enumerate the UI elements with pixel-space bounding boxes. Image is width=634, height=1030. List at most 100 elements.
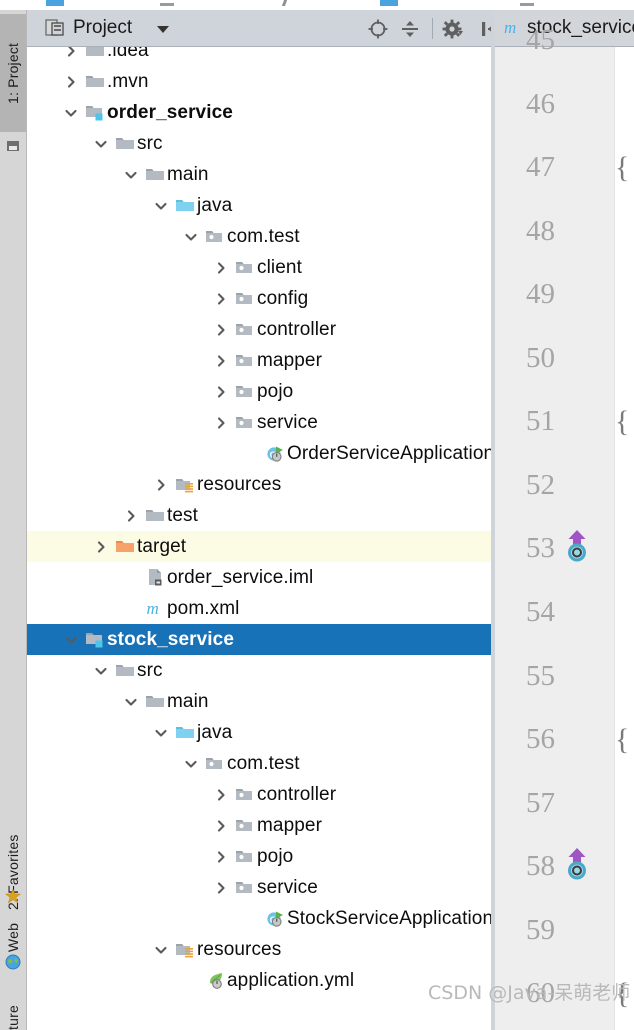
chevron-right-icon[interactable]	[213, 384, 229, 400]
tree-row[interactable]: main	[27, 159, 491, 190]
maven-icon: m	[145, 598, 165, 618]
tree-row[interactable]: CStockServiceApplication	[27, 903, 491, 934]
line-number: 59	[526, 913, 555, 946]
tree-row[interactable]: java	[27, 717, 491, 748]
chevron-right-icon[interactable]	[213, 818, 229, 834]
crosshair-icon[interactable]	[367, 18, 389, 40]
package-icon	[235, 877, 255, 897]
tree-row[interactable]: controller	[27, 314, 491, 345]
chevron-down-icon[interactable]	[93, 136, 109, 152]
tree-row-label: resources	[197, 473, 282, 495]
stripe-button-project[interactable]: 1: Project	[0, 14, 26, 132]
chevron-right-icon[interactable]	[213, 415, 229, 431]
tree-row[interactable]: .idea	[27, 47, 491, 66]
tree-row[interactable]: COrderServiceApplication	[27, 438, 491, 469]
chevron-right-icon[interactable]	[213, 787, 229, 803]
chevron-right-icon[interactable]	[63, 74, 79, 90]
tree-row[interactable]: application.yml	[27, 965, 491, 996]
editor-area: m stock_service 45 46 47 48 49 50 51 52 53 54 55 56…	[495, 10, 634, 1030]
stripe-button-structure[interactable]: ture	[0, 995, 26, 1030]
code-brace: {	[615, 405, 630, 439]
tree-row[interactable]: controller	[27, 779, 491, 810]
chevron-down-icon[interactable]	[63, 105, 79, 121]
tree-row[interactable]: service	[27, 872, 491, 903]
tree-row[interactable]: mapper	[27, 810, 491, 841]
collapse-all-icon[interactable]	[399, 18, 421, 40]
chevron-right-icon[interactable]	[213, 880, 229, 896]
stripe-button-project-label: 1: Project	[5, 42, 21, 104]
chevron-right-icon[interactable]	[213, 291, 229, 307]
tree-row[interactable]: mapper	[27, 345, 491, 376]
tree-row[interactable]: order_service.iml	[27, 562, 491, 593]
chevron-down-icon[interactable]	[153, 198, 169, 214]
tree-row[interactable]: src	[27, 128, 491, 159]
tree-row[interactable]: m pom.xml	[27, 593, 491, 624]
tree-row[interactable]: target	[27, 531, 491, 562]
chevron-right-icon[interactable]	[123, 508, 139, 524]
chevron-down-icon[interactable]	[123, 694, 139, 710]
chevron-right-icon[interactable]	[93, 539, 109, 555]
tree-row[interactable]: test	[27, 500, 491, 531]
project-tree[interactable]: .idea .mvn order_servicesrc main java com.tes…	[27, 47, 491, 1030]
implementing-method-icon[interactable]	[560, 847, 594, 881]
stripe-button-favorites[interactable]: 2: Favorites	[0, 822, 26, 922]
tree-row-label: service	[257, 411, 318, 433]
tree-row[interactable]: com.test	[27, 748, 491, 779]
chevron-right-icon[interactable]	[213, 849, 229, 865]
tree-row[interactable]: .mvn	[27, 66, 491, 97]
tree-row-label: service	[257, 876, 318, 898]
chevron-right-icon[interactable]	[63, 47, 79, 59]
tree-row-label: java	[197, 721, 233, 743]
star-icon	[4, 888, 22, 904]
chevron-right-icon[interactable]	[213, 353, 229, 369]
tree-row[interactable]: service	[27, 407, 491, 438]
tree-row[interactable]: config	[27, 283, 491, 314]
tree-row[interactable]: com.test	[27, 221, 491, 252]
tree-row[interactable]: src	[27, 655, 491, 686]
tree-row[interactable]: java	[27, 190, 491, 221]
tree-row-label: java	[197, 194, 233, 216]
tree-row-label: src	[137, 132, 163, 154]
chevron-right-icon[interactable]	[153, 477, 169, 493]
code-pane[interactable]	[614, 47, 634, 1030]
chevron-down-icon[interactable]	[183, 229, 199, 245]
line-number: 47	[526, 151, 555, 184]
tree-row-label: src	[137, 659, 163, 681]
chevron-down-icon[interactable]	[153, 942, 169, 958]
tree-row-label: order_service.iml	[167, 566, 314, 588]
tree-row[interactable]: pojo	[27, 841, 491, 872]
chevron-down-icon[interactable]	[183, 756, 199, 772]
tree-row-label: mapper	[257, 349, 323, 371]
tree-row[interactable]: client	[27, 252, 491, 283]
tree-row[interactable]: main	[27, 686, 491, 717]
chevron-down-icon[interactable]	[93, 663, 109, 679]
tree-row-label: target	[137, 535, 187, 557]
line-number: 55	[526, 659, 555, 692]
chevron-right-icon[interactable]	[213, 322, 229, 338]
code-brace: {	[615, 723, 630, 757]
tool-window-stripe-left: 1: Project 2: Favorites Web ture	[0, 10, 27, 1030]
tree-row-label: .mvn	[107, 70, 149, 92]
line-number: 58	[526, 850, 555, 883]
chevron-down-icon[interactable]	[157, 26, 169, 33]
gear-icon[interactable]	[442, 18, 464, 40]
tree-row[interactable]: order_service	[27, 97, 491, 128]
java-class-runnable-icon: C	[265, 443, 285, 463]
chevron-right-icon[interactable]	[213, 260, 229, 276]
project-panel-header: Project	[27, 10, 498, 47]
tree-row[interactable]: resources	[27, 469, 491, 500]
chevron-down-icon[interactable]	[63, 632, 79, 648]
chevron-down-icon[interactable]	[153, 725, 169, 741]
tree-row-label: test	[167, 504, 199, 526]
implementing-method-icon[interactable]	[560, 529, 594, 563]
frag-c	[281, 0, 288, 6]
tree-row[interactable]: pojo	[27, 376, 491, 407]
package-icon	[235, 257, 255, 277]
tree-row-label: pojo	[257, 380, 294, 402]
tree-row[interactable]: stock_service	[27, 624, 491, 655]
chevron-down-icon[interactable]	[123, 167, 139, 183]
project-icon	[5, 138, 21, 154]
tree-row[interactable]: resources	[27, 934, 491, 965]
iml-file-icon	[145, 567, 165, 587]
tree-row-label: config	[257, 287, 309, 309]
